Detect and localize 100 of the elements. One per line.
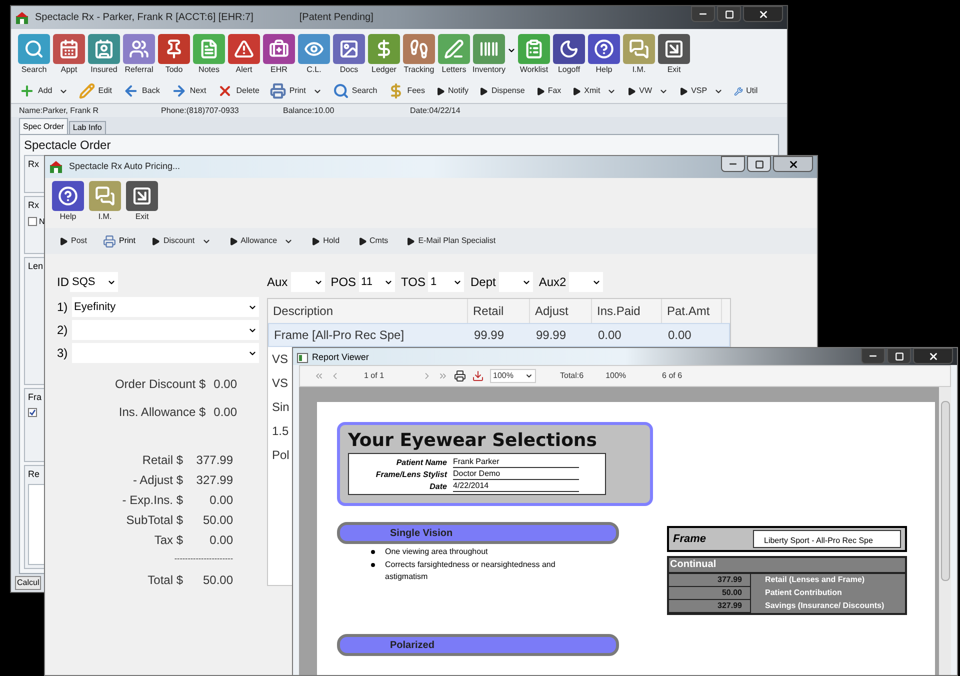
dropdown-caret-icon[interactable] [507,46,516,55]
table-row[interactable]: 1.5 [268,419,292,443]
id-card-icon [94,39,114,59]
toolbar-tile-button[interactable] [18,34,50,64]
table-row[interactable]: VS [268,371,292,395]
toolbar-button[interactable]: Fax [534,85,564,97]
maximize-icon [724,10,734,18]
toolbar-tile-button[interactable] [158,34,190,64]
field-label: Aux [267,274,288,291]
toolbar-tile-button[interactable] [473,34,505,64]
toolbar-button[interactable]: VW [625,85,670,97]
calculate-button[interactable]: Calcul [15,576,42,590]
toolbar-tile-button[interactable] [89,181,121,211]
toolbar-tile-button[interactable] [52,181,84,211]
checkbox[interactable] [28,217,37,226]
toolbar-tile-button[interactable] [88,34,120,64]
minimize-button[interactable] [721,156,745,172]
toolbar-tile-button[interactable] [403,34,435,64]
checkbox[interactable] [28,408,37,416]
pen-icon [444,39,464,59]
table-row[interactable]: Pol [268,443,292,467]
maximize-button[interactable] [887,348,911,364]
printer-icon[interactable] [454,370,466,382]
toolbar-button[interactable]: Discount [149,235,213,247]
toolbar-tile-button[interactable] [368,34,400,64]
toolbar-tile-button[interactable] [228,34,260,64]
dropdown-field[interactable] [290,272,325,292]
toolbar-button[interactable]: Add [17,83,70,99]
tab[interactable]: Spec Order [19,118,68,134]
toolbar-button[interactable]: E-Mail Plan Specialist [404,235,498,247]
dropdown-field[interactable] [72,343,259,363]
toolbar-button[interactable]: Post [57,235,90,247]
toolbar-button[interactable]: Print [103,234,136,248]
maximize-button[interactable] [747,156,771,172]
toolbar-button[interactable]: Notify [434,85,470,97]
toolbar-button[interactable]: Edit [77,83,114,99]
toolbar-tile-button[interactable] [298,34,330,64]
toolbar-button[interactable]: Search [330,83,380,99]
toolbar-tile-button[interactable] [126,181,158,211]
toolbar-tile-button[interactable] [53,34,85,64]
table-row[interactable]: VS [268,347,292,371]
toolbar-tile-button[interactable] [623,34,655,64]
total-value: 327.99 [195,472,233,489]
toolbar-button[interactable]: Fees [386,83,428,99]
memo-field[interactable] [28,484,45,565]
toolbar-label: Tracking [404,65,434,75]
close-button[interactable] [773,156,813,172]
toolbar-tile-button[interactable] [553,34,585,64]
toolbar-button[interactable]: Hold [309,235,342,247]
app-logo-icon [49,160,63,174]
summary-amount: 50.00 [669,587,751,600]
table-row[interactable]: Sin [268,395,292,419]
dropdown-field[interactable] [569,272,604,292]
toolbar-button[interactable]: Util [732,85,760,97]
dropdown-field[interactable]: SQS [70,272,118,292]
window-title: Spectacle Rx - Parker, Frank R [ACCT:6] [EHR:7] [35,11,254,25]
dropdown-field[interactable]: 1 [428,272,464,292]
dropdown-field[interactable]: 11 [359,272,396,292]
scrollbar[interactable] [939,387,951,675]
toolbar-tile-button[interactable] [333,34,365,64]
chat-icon [95,186,115,206]
scroll-thumb[interactable] [940,401,950,581]
toolbar-button[interactable]: Cmts [356,235,390,247]
tab[interactable]: Lab Info [68,121,106,134]
patient-info: Name:Parker, Frank R [19,104,100,116]
dropdown-field[interactable] [498,272,533,292]
total-value: 0.00 [208,532,233,549]
toolbar-button[interactable]: Delete [215,83,262,99]
table-row[interactable]: Frame [All-Pro Rec Spe] 99.99 99.99 0.00 0.00 [268,323,730,347]
close-button[interactable] [913,348,953,364]
toolbar-tile-button[interactable] [438,34,470,64]
toolbar-button[interactable]: Back [121,83,162,99]
export-icon[interactable] [472,370,484,382]
dropdown-field[interactable] [72,320,259,340]
dropdown-field[interactable]: Eyefinity [72,297,259,317]
last-page-icon[interactable] [438,371,448,381]
total-value: 50.00 [202,512,233,529]
toolbar-button[interactable]: Print [268,83,324,99]
help-icon [594,39,614,59]
toolbar-button[interactable]: Next [168,83,208,99]
toolbar-tile-button[interactable] [588,34,620,64]
summary-label: Savings (Insurance/ Discounts) [764,600,884,612]
toolbar-button[interactable]: Dispense [477,85,527,97]
toolbar-button[interactable]: VSP [677,85,726,97]
toolbar-tile-button[interactable] [193,34,225,64]
toolbar-tile-button[interactable] [518,34,550,64]
zoom-dropdown[interactable]: 100% [490,369,536,383]
section-banner: Single Vision [337,522,619,544]
wrench-icon [734,86,744,96]
maximize-button[interactable] [717,6,741,22]
toolbar-tile-button[interactable] [658,34,690,64]
toolbar-button[interactable]: Xmit [570,85,618,97]
clipboard-icon [524,39,544,59]
first-page-icon[interactable] [314,371,324,381]
play-icon [406,236,416,246]
field-label: Date [428,481,447,492]
toolbar-button[interactable]: Allowance [226,235,296,247]
toolbar-tile-button[interactable] [123,34,155,64]
close-button[interactable] [743,6,783,22]
toolbar-tile-button[interactable] [263,34,295,64]
